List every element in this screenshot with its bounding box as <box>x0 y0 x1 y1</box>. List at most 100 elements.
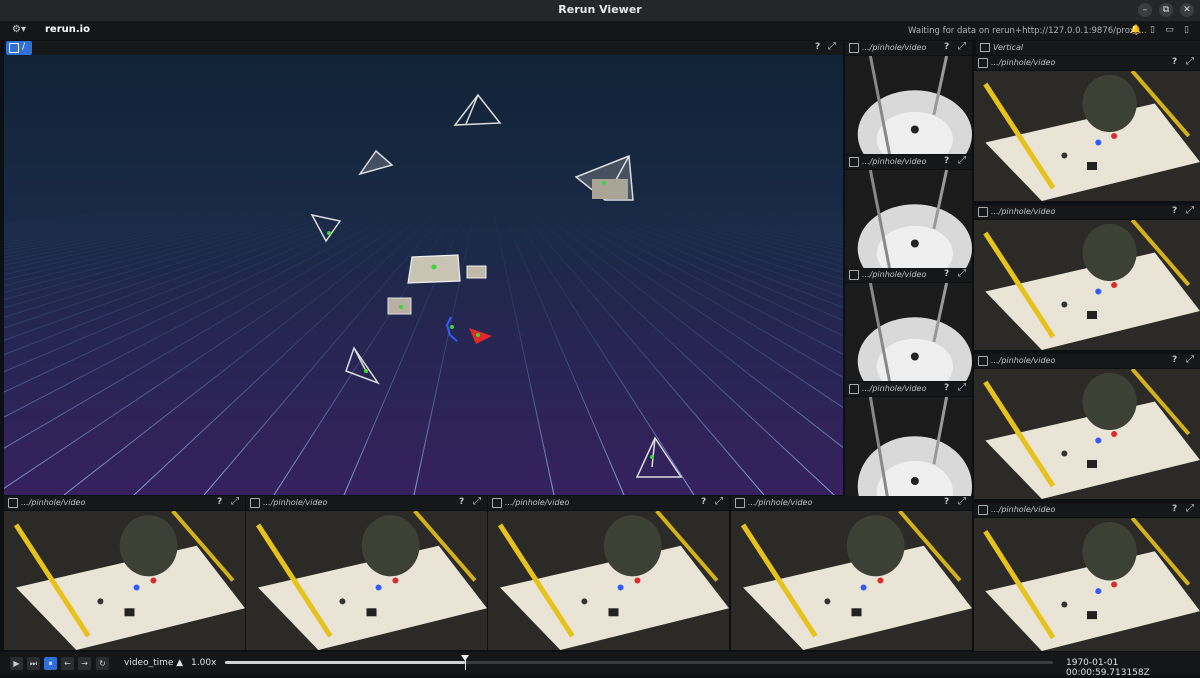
current-time: 1970-01-01 00:00:59.713158Z <box>1066 658 1150 678</box>
camera-image <box>466 265 487 279</box>
play-button[interactable]: ▶ <box>10 657 23 670</box>
vertical-view-1-header: .../pinhole/video? ⤢ <box>974 205 1200 219</box>
app-menu-button[interactable]: ⚙▾ <box>12 24 26 35</box>
side-video-1[interactable] <box>845 170 972 268</box>
time-cursor-line <box>465 660 467 670</box>
maximize-icon[interactable]: ⤢ <box>1186 503 1194 514</box>
help-icon[interactable]: ? <box>944 42 949 52</box>
help-icon[interactable]: ? <box>944 269 949 279</box>
vertical-video-1[interactable] <box>974 220 1200 350</box>
container-vertical-icon <box>980 43 990 52</box>
bottom-panel-toggle-icon[interactable]: ▭ <box>1164 25 1175 36</box>
video-view-icon <box>978 58 988 68</box>
playback-speed[interactable]: 1.00x <box>191 658 216 668</box>
help-icon[interactable]: ? <box>217 497 222 507</box>
pause-button[interactable]: ⏸ <box>44 657 57 670</box>
maximize-icon[interactable]: ⤢ <box>231 496 239 507</box>
video-view-icon <box>849 384 859 394</box>
vertical-video-3[interactable] <box>974 518 1200 651</box>
restore-button[interactable]: ⧉ <box>1159 3 1173 17</box>
maximize-icon[interactable]: ⤢ <box>1186 354 1194 365</box>
maximize-icon[interactable]: ⤢ <box>1186 56 1194 67</box>
vertical-view-0-header: .../pinhole/video? ⤢ <box>974 56 1200 70</box>
view-label: .../pinhole/video <box>991 58 1056 67</box>
maximize-icon[interactable]: ⤢ <box>958 382 966 393</box>
step-button[interactable]: ⏭ <box>27 657 40 670</box>
timeline-selector[interactable]: video_time ▲ <box>124 658 183 668</box>
bottom-video-1[interactable] <box>246 511 487 650</box>
view-label: .../pinhole/video <box>862 270 927 279</box>
maximize-icon[interactable]: ⤢ <box>958 268 966 279</box>
side-video-0[interactable] <box>845 56 972 154</box>
video-view-icon <box>8 498 18 508</box>
maximize-icon[interactable]: ⤢ <box>715 496 723 507</box>
help-icon[interactable]: ? <box>701 497 706 507</box>
loop-button[interactable]: ↻ <box>96 657 109 670</box>
view-tab[interactable]: / <box>6 41 32 55</box>
bottom-video-2[interactable] <box>488 511 729 650</box>
window-title: Rerun Viewer <box>558 3 642 16</box>
ground-grid <box>4 204 843 495</box>
brand-link[interactable]: rerun.io <box>45 24 90 35</box>
bottom-view-2-header: .../pinhole/video? ⤢ <box>488 496 729 510</box>
side-view-2-header: .../pinhole/video? ⤢ <box>845 268 972 282</box>
step-forward-button[interactable]: → <box>78 657 91 670</box>
vertical-view-3-header: .../pinhole/video? ⤢ <box>974 503 1200 517</box>
notification-bell-icon[interactable]: 🔔 <box>1130 25 1141 36</box>
side-view-3-header: .../pinhole/video? ⤢ <box>845 382 972 396</box>
maximize-icon[interactable]: ⤢ <box>958 496 966 507</box>
help-icon[interactable]: ? <box>1172 504 1177 514</box>
vertical-container-header: Vertical <box>976 41 1200 55</box>
time-scrubber-progress <box>225 661 466 664</box>
side-view-1-header: .../pinhole/video? ⤢ <box>845 155 972 169</box>
side-video-3[interactable] <box>845 397 972 509</box>
bottom-view-3-header: .../pinhole/video? ⤢ <box>731 496 972 510</box>
connection-status: Waiting for data on rerun+http://127.0.0… <box>908 26 1147 36</box>
video-view-icon <box>978 505 988 515</box>
maximize-icon[interactable]: ⤢ <box>1186 205 1194 216</box>
view-label: .../pinhole/video <box>862 384 927 393</box>
vertical-container-label: Vertical <box>993 43 1024 52</box>
help-icon[interactable]: ? <box>944 383 949 393</box>
maximize-icon[interactable]: ⤢ <box>958 41 966 52</box>
maximize-icon[interactable]: ⤢ <box>473 496 481 507</box>
view-label: .../pinhole/video <box>991 356 1056 365</box>
video-view-icon <box>978 207 988 217</box>
view-label: .../pinhole/video <box>21 498 86 507</box>
view-label: .../pinhole/video <box>862 43 927 52</box>
right-panel-toggle-icon[interactable]: ▯ <box>1181 25 1192 36</box>
help-icon[interactable]: ? <box>815 42 820 52</box>
bottom-video-3[interactable] <box>731 511 972 650</box>
left-panel-toggle-icon[interactable]: ▯ <box>1147 25 1158 36</box>
maximize-icon[interactable]: ⤢ <box>958 155 966 166</box>
help-icon[interactable]: ? <box>944 156 949 166</box>
view-3d-icon <box>9 43 19 53</box>
close-button[interactable]: ✕ <box>1180 3 1194 17</box>
minimize-button[interactable]: – <box>1138 3 1152 17</box>
vertical-view-2-header: .../pinhole/video? ⤢ <box>974 354 1200 368</box>
camera-frustum <box>635 436 683 478</box>
spatial-3d-view[interactable] <box>4 55 843 495</box>
bottom-video-0[interactable] <box>4 511 245 650</box>
help-icon[interactable]: ? <box>944 497 949 507</box>
maximize-icon[interactable]: ⤢ <box>828 41 836 52</box>
side-view-0-header: .../pinhole/video? ⤢ <box>845 41 972 55</box>
title-bar: Rerun Viewer – ⧉ ✕ <box>0 0 1200 21</box>
video-view-icon <box>735 498 745 508</box>
video-view-icon <box>250 498 260 508</box>
vertical-video-2[interactable] <box>974 369 1200 499</box>
help-icon[interactable]: ? <box>1172 57 1177 67</box>
top-bar: ⚙▾ rerun.io Waiting for data on rerun+ht… <box>0 21 1200 40</box>
hand-keypoints <box>327 181 654 459</box>
view-label: .../pinhole/video <box>263 498 328 507</box>
vertical-video-0[interactable] <box>974 71 1200 201</box>
side-video-2[interactable] <box>845 283 972 381</box>
view-path: / <box>22 42 26 52</box>
step-back-button[interactable]: ← <box>61 657 74 670</box>
video-view-icon <box>849 270 859 280</box>
time-scrubber[interactable] <box>225 661 1053 664</box>
help-icon[interactable]: ? <box>1172 355 1177 365</box>
help-icon[interactable]: ? <box>459 497 464 507</box>
help-icon[interactable]: ? <box>1172 206 1177 216</box>
bottom-view-1-header: .../pinhole/video? ⤢ <box>246 496 487 510</box>
